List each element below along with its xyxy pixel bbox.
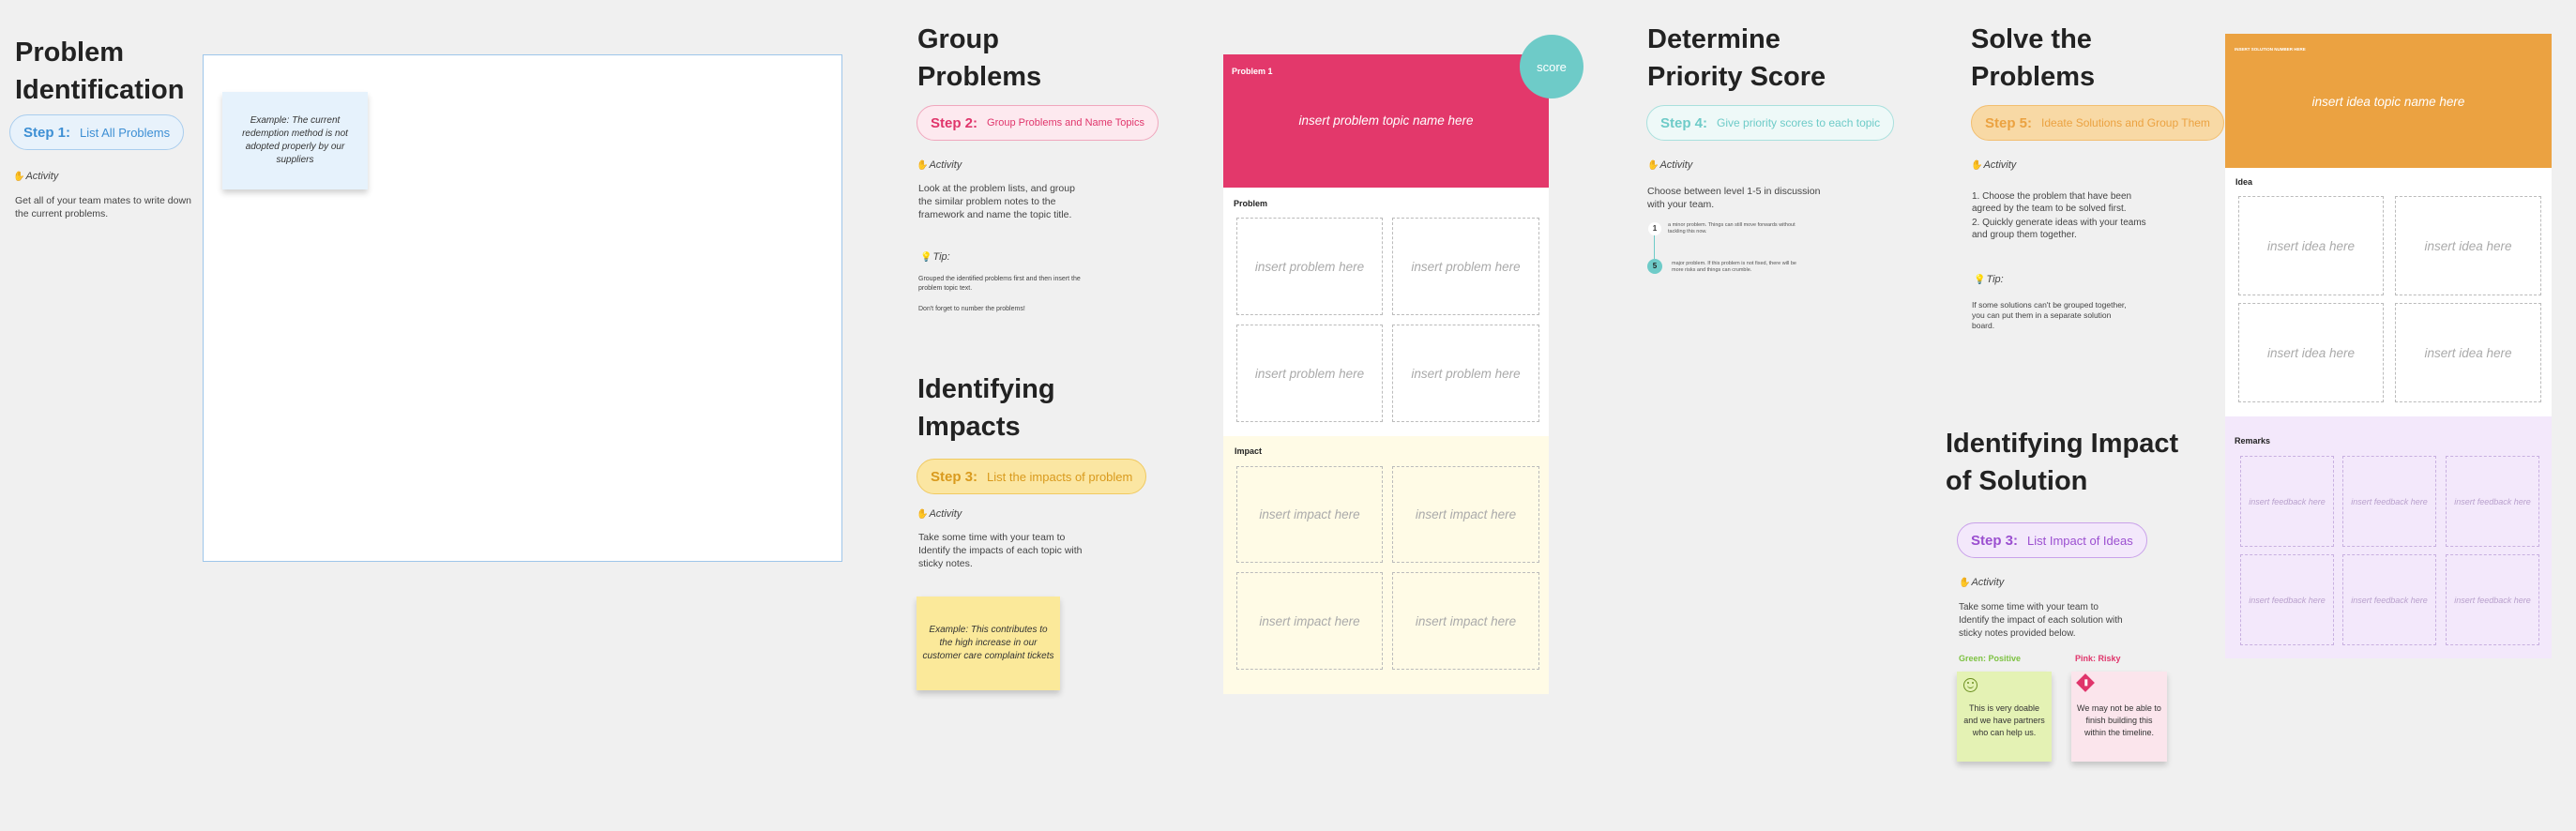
problem-section-label: Problem <box>1234 199 1268 208</box>
idea-cell[interactable]: insert idea here <box>2395 196 2541 295</box>
remarks-section-label: Remarks <box>2235 436 2271 446</box>
impact-example-sticky-note[interactable]: Example: This contributes to the high in… <box>917 597 1060 690</box>
idea-topic[interactable]: insert idea topic name here <box>2225 95 2552 109</box>
impact-section-label: Impact <box>1235 446 1263 456</box>
person-icon: ✋ <box>13 172 25 182</box>
problem-cell[interactable]: insert problem here <box>1392 325 1539 422</box>
person-icon: ✋ <box>1959 578 1971 588</box>
step5-title: Solve the Problems <box>1971 24 2096 92</box>
step1-desc: Get all of your team mates to write down… <box>15 195 191 219</box>
impact-cell[interactable]: insert impact here <box>1392 466 1539 563</box>
step6-pill-text: List Impact of Ideas <box>2027 533 2133 548</box>
step3-label: Step 3: <box>931 468 978 485</box>
pink-risky-label: Pink: Risky <box>2075 654 2121 663</box>
step5-pill[interactable]: Step 5: Ideate Solutions and Group Them <box>1971 105 2224 141</box>
step4-activity: ✋Activity <box>1647 159 1693 171</box>
step5-tip-text: If some solutions can't be grouped toget… <box>1972 300 2127 330</box>
feedback-cell[interactable]: insert feedback here <box>2342 554 2436 645</box>
step3-desc: Take some time with your team to Identif… <box>918 532 1083 569</box>
step5-tip: 💡Tip: <box>1974 274 2004 285</box>
step3-pill-text: List the impacts of problem <box>987 469 1133 484</box>
step2-label: Step 2: <box>931 114 978 131</box>
step2-tip: 💡Tip: <box>920 251 950 263</box>
idea-section-label: Idea <box>2235 177 2253 187</box>
idea-cell[interactable]: insert idea here <box>2238 196 2384 295</box>
person-icon: ✋ <box>1647 160 1659 171</box>
step6-pill[interactable]: Step 3: List Impact of Ideas <box>1957 522 2147 558</box>
step3-activity: ✋Activity <box>917 508 962 520</box>
level-1-text: a minor problem. Things can still move f… <box>1668 222 1796 234</box>
smiley-icon <box>1963 678 1977 692</box>
problem-topic[interactable]: insert problem topic name here <box>1223 113 1549 128</box>
feedback-cell[interactable]: insert feedback here <box>2240 554 2334 645</box>
step2-pill-text: Group Problems and Name Topics <box>987 117 1144 128</box>
step1-activity: ✋Activity <box>13 171 59 182</box>
step5-desc-2: 2. Quickly generate ideas with your team… <box>1972 218 2146 240</box>
person-icon: ✋ <box>917 160 929 171</box>
bulb-icon: 💡 <box>920 252 932 263</box>
step5-label: Step 5: <box>1985 114 2033 131</box>
impact-cell[interactable]: insert impact here <box>1236 572 1383 670</box>
step3-pill[interactable]: Step 3: List the impacts of problem <box>917 459 1147 494</box>
step6-activity: ✋Activity <box>1959 577 2005 588</box>
risky-sticky-text: We may not be able to finish building th… <box>2077 703 2161 737</box>
step5-pill-text: Ideate Solutions and Group Them <box>2041 116 2210 129</box>
step4-pill-text: Give priority scores to each topic <box>1717 116 1881 129</box>
idea-cell[interactable]: insert idea here <box>2238 303 2384 402</box>
step1-title: Problem Identification <box>15 38 185 105</box>
person-icon: ✋ <box>1971 160 1983 171</box>
step5-activity: ✋Activity <box>1971 159 2017 171</box>
step2-tip-text-2: Don't forget to number the problems! <box>918 306 1025 312</box>
idea-cell[interactable]: insert idea here <box>2395 303 2541 402</box>
step1-pill-text: List All Problems <box>80 125 171 140</box>
step4-desc: Choose between level 1-5 in discussion w… <box>1647 186 1821 210</box>
step3-title: Identifying Impacts <box>917 374 1055 442</box>
step1-label: Step 1: <box>23 124 71 141</box>
person-icon: ✋ <box>917 509 929 520</box>
step4-title: Determine Priority Score <box>1647 24 1826 92</box>
feedback-cell[interactable]: insert feedback here <box>2342 456 2436 547</box>
step2-pill[interactable]: Step 2: Group Problems and Name Topics <box>917 105 1159 141</box>
step6-label: Step 3: <box>1971 532 2019 549</box>
step6-desc: Take some time with your team to Identif… <box>1959 602 2123 639</box>
step2-desc: Look at the problem lists, and group the… <box>918 183 1075 220</box>
impact-cell[interactable]: insert impact here <box>1236 466 1383 563</box>
problem-cell[interactable]: insert problem here <box>1392 218 1539 315</box>
problem-number: Problem 1 <box>1232 67 1273 76</box>
score-badge[interactable]: score <box>1520 35 1583 98</box>
problem-cell[interactable]: insert problem here <box>1236 218 1383 315</box>
example-sticky-note[interactable]: Example: The current redemption method i… <box>222 92 368 189</box>
green-positive-label: Green: Positive <box>1959 654 2022 663</box>
feedback-cell[interactable]: insert feedback here <box>2240 456 2334 547</box>
feedback-cell[interactable]: insert feedback here <box>2446 456 2539 547</box>
step2-tip-text-1: Grouped the identified problems first an… <box>918 276 1081 292</box>
step2-activity: ✋Activity <box>917 159 962 171</box>
feedback-cell[interactable]: insert feedback here <box>2446 554 2539 645</box>
level-5-marker: 5 <box>1647 259 1662 274</box>
solution-number: INSERT SOLUTION NUMBER HERE <box>2235 47 2306 52</box>
problem-cell[interactable]: insert problem here <box>1236 325 1383 422</box>
step1-pill[interactable]: Step 1: List All Problems <box>9 114 185 150</box>
step5-desc-1: 1. Choose the problem that have been agr… <box>1972 191 2132 214</box>
bulb-icon: 💡 <box>1974 275 1986 285</box>
step4-pill[interactable]: Step 4: Give priority scores to each top… <box>1646 105 1895 141</box>
step6-title: Identifying Impact of Solution <box>1946 429 2179 496</box>
impact-cell[interactable]: insert impact here <box>1392 572 1539 670</box>
level-1-marker: 1 <box>1648 222 1661 235</box>
step4-label: Step 4: <box>1660 114 1708 131</box>
step2-title: Group Problems <box>917 24 1042 92</box>
level-5-text: major problem. If this problem is not fi… <box>1672 261 1796 273</box>
positive-sticky-text: This is very doable and we have partners… <box>1963 703 2045 737</box>
